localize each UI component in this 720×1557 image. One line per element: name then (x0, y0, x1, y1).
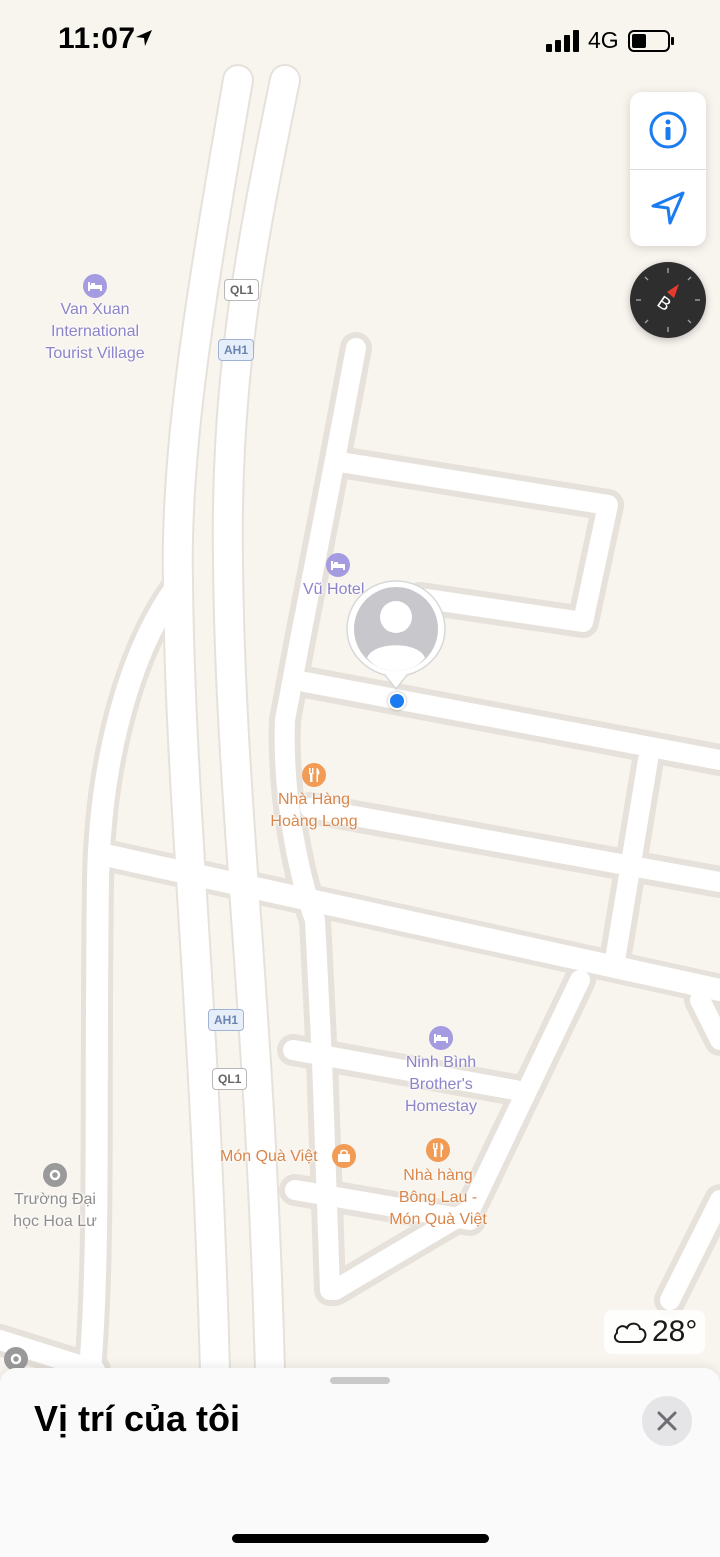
route-shield: QL1 (212, 1068, 248, 1090)
location-arrow-icon (136, 30, 152, 46)
location-sheet[interactable]: Vị trí của tôi (0, 1368, 720, 1557)
location-arrow-icon (651, 191, 685, 225)
close-button[interactable] (642, 1396, 692, 1446)
bag-icon[interactable] (332, 1144, 356, 1168)
compass-button[interactable]: B (630, 262, 706, 338)
weather-badge: 28° (604, 1310, 706, 1354)
route-shield: AH1 (208, 1009, 245, 1031)
user-avatar-pin[interactable] (345, 579, 447, 691)
bed-icon[interactable] (429, 1026, 453, 1050)
poi-label-hoang-long[interactable]: Nhà Hàng Hoàng Long (254, 789, 374, 833)
bed-icon[interactable] (83, 274, 107, 298)
compass-icon: B (636, 268, 700, 332)
poi-label-brothers-homestay[interactable]: Ninh Bình Brother's Homestay (381, 1052, 501, 1118)
user-location-dot (388, 692, 406, 710)
fork-knife-icon[interactable] (426, 1138, 450, 1162)
status-bar: 11:07 4G (0, 0, 720, 80)
poi-label-bong-lau[interactable]: Nhà hàng Bông Lau - Món Quà Việt (378, 1165, 498, 1231)
sheet-title: Vị trí của tôi (34, 1398, 241, 1439)
sheet-grabber[interactable] (330, 1377, 390, 1384)
signal-bars-icon (546, 30, 579, 52)
route-shield: QL1 (224, 279, 260, 301)
school-icon[interactable] (43, 1163, 67, 1187)
route-shield: AH1 (218, 339, 255, 361)
locate-me-button[interactable] (630, 170, 706, 246)
bed-icon[interactable] (326, 553, 350, 577)
status-time: 11:07 (58, 22, 136, 55)
info-button[interactable] (630, 92, 706, 168)
weather-temperature: 28° (652, 1315, 698, 1348)
compass-letter: B (654, 292, 675, 315)
map-controls (630, 92, 706, 246)
fork-knife-icon[interactable] (302, 763, 326, 787)
cloud-icon (613, 1322, 647, 1343)
poi-label-truong-dai-hoc[interactable]: Trường Đại học Hoa Lư (0, 1189, 110, 1233)
network-type: 4G (588, 27, 619, 53)
battery-icon (628, 30, 674, 52)
poi-label-mon-qua-viet[interactable]: Món Quà Việt (220, 1146, 318, 1168)
info-icon (649, 111, 687, 149)
poi-label-van-xuan[interactable]: Van Xuan International Tourist Village (25, 299, 165, 365)
home-indicator[interactable] (232, 1534, 489, 1543)
close-icon (657, 1411, 677, 1431)
